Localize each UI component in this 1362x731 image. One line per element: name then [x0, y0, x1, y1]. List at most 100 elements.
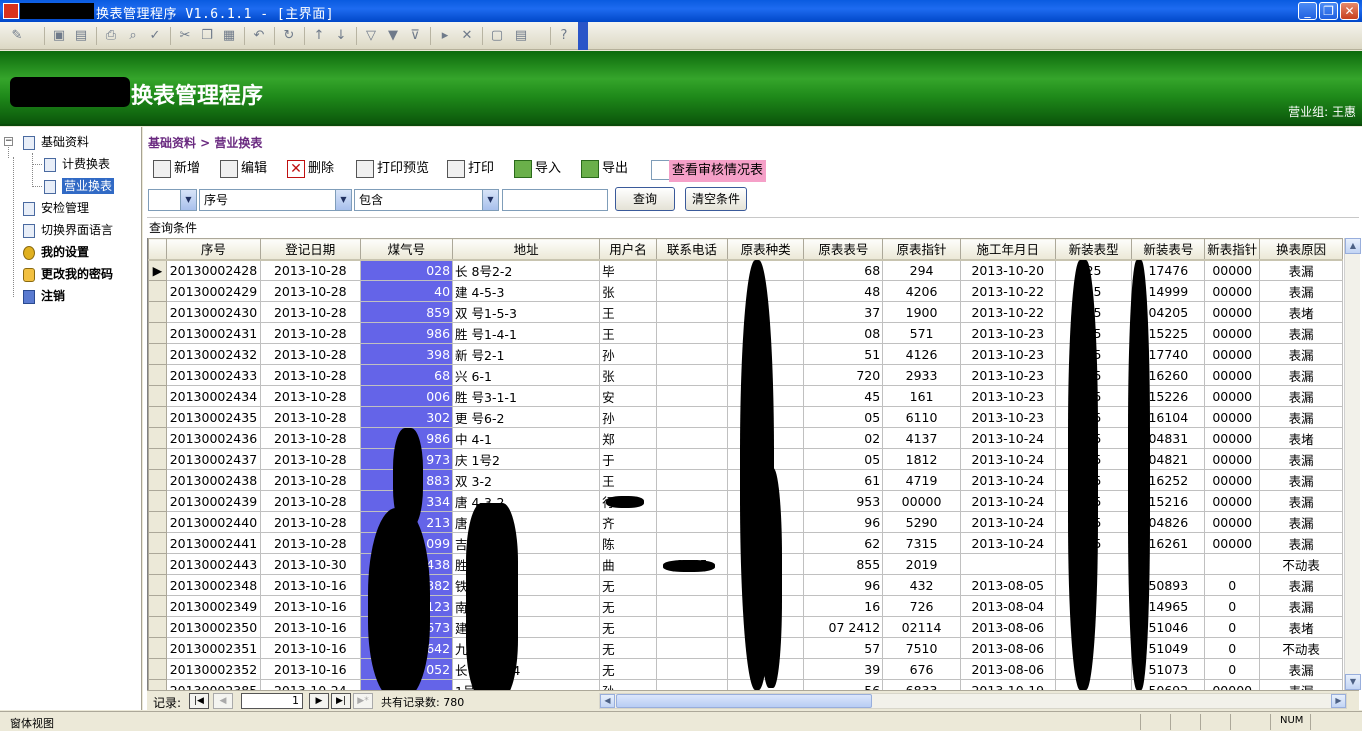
vertical-scrollbar[interactable]: ▲ ▼	[1344, 238, 1361, 690]
table-cell[interactable]: 00000	[1204, 469, 1261, 491]
table-cell[interactable]: 676	[882, 658, 961, 680]
row-selector[interactable]	[148, 511, 167, 533]
close-button[interactable]: ✕	[1340, 2, 1359, 20]
table-cell[interactable]: 57	[803, 637, 884, 659]
table-cell[interactable]: 2013-10-28	[259, 259, 361, 281]
column-header[interactable]: 原表指针	[882, 238, 961, 261]
table-cell[interactable]: 00000	[882, 490, 961, 512]
refresh-icon[interactable]: ↻	[280, 27, 298, 44]
table-cell[interactable]: 表漏	[1259, 532, 1343, 554]
column-header[interactable]: 煤气号	[359, 238, 454, 261]
table-cell[interactable]: 20130002434	[165, 385, 261, 407]
table-cell[interactable]	[655, 448, 728, 470]
row-selector[interactable]	[148, 532, 167, 554]
print-icon[interactable]: ⎙	[102, 27, 120, 44]
last-record-button[interactable]: ▶|	[331, 693, 351, 709]
row-selector[interactable]	[148, 427, 167, 449]
table-cell[interactable]: 0	[1204, 658, 1261, 680]
table-cell[interactable]: 曲	[599, 553, 657, 575]
table-cell[interactable]: 855	[803, 553, 884, 575]
table-cell[interactable]: 20130002436	[165, 427, 261, 449]
table-cell[interactable]: 王	[599, 469, 657, 491]
table-row[interactable]: 201300023522013-10-16052长 4号4-14无3967620…	[148, 658, 1343, 680]
table-cell[interactable]: 2013-10-28	[259, 532, 361, 554]
row-selector[interactable]	[148, 679, 167, 690]
column-header[interactable]: 登记日期	[259, 238, 361, 261]
table-cell[interactable]: 2013-10-20	[959, 259, 1056, 281]
help-icon[interactable]: ?	[555, 27, 573, 44]
table-cell[interactable]	[655, 490, 728, 512]
table-cell[interactable]: 2013-10-28	[259, 343, 361, 365]
table-cell[interactable]: 20130002441	[165, 532, 261, 554]
column-header[interactable]: 原表表号	[803, 238, 884, 261]
table-cell[interactable]: 2013-10-28	[259, 427, 361, 449]
table-cell[interactable]	[655, 532, 728, 554]
table-cell[interactable]: 建 4-5-3	[452, 280, 601, 302]
table-cell[interactable]: 96	[803, 574, 884, 596]
table-cell[interactable]	[655, 406, 728, 428]
cut-icon[interactable]: ✂	[176, 27, 194, 44]
table-cell[interactable]: 2013-10-24	[959, 511, 1056, 533]
table-cell[interactable]: 2013-10-28	[259, 322, 361, 344]
table-cell[interactable]: 2013-08-06	[959, 616, 1056, 638]
table-cell[interactable]: 006	[359, 385, 454, 407]
table-cell[interactable]: 双 3-2	[452, 469, 601, 491]
toolbar-overflow[interactable]	[578, 22, 588, 50]
filter-apply-icon[interactable]: ⊽	[406, 27, 424, 44]
table-cell[interactable]	[655, 679, 728, 690]
add-button[interactable]: 新增	[153, 158, 200, 180]
table-cell[interactable]: 2013-10-28	[259, 364, 361, 386]
table-cell[interactable]: 表堵	[1259, 427, 1343, 449]
column-header[interactable]: 施工年月日	[959, 238, 1056, 261]
table-cell[interactable]: 20130002351	[165, 637, 261, 659]
save-as-icon[interactable]: ▤	[72, 27, 90, 44]
table-cell[interactable]: 张	[599, 364, 657, 386]
table-cell[interactable]: 432	[882, 574, 961, 596]
table-cell[interactable]: 表漏	[1259, 259, 1343, 281]
save-icon[interactable]: ▣	[50, 27, 68, 44]
table-cell[interactable]	[655, 280, 728, 302]
table-cell[interactable]: 2013-08-05	[959, 574, 1056, 596]
scroll-up-icon[interactable]: ▲	[1345, 238, 1361, 254]
paste-icon[interactable]: ▦	[220, 27, 238, 44]
table-cell[interactable]: 40	[359, 280, 454, 302]
table-cell[interactable]: 庆 1号2	[452, 448, 601, 470]
table-cell[interactable]: 00000	[1204, 511, 1261, 533]
record-delete-icon[interactable]: ✕	[458, 27, 476, 44]
table-cell[interactable]: 2013-10-22	[959, 301, 1056, 323]
table-cell[interactable]: 20130002429	[165, 280, 261, 302]
table-cell[interactable]: 00000	[1204, 490, 1261, 512]
table-cell[interactable]	[655, 511, 728, 533]
table-cell[interactable]: 1812	[882, 448, 961, 470]
table-cell[interactable]	[655, 322, 728, 344]
table-cell[interactable]: 05	[803, 448, 884, 470]
table-cell[interactable]: 00000	[1204, 385, 1261, 407]
table-cell[interactable]: 不动表	[1259, 637, 1343, 659]
table-cell[interactable]	[655, 385, 728, 407]
tree-item-safety[interactable]: 安检管理	[23, 198, 89, 218]
table-cell[interactable]: 726	[882, 595, 961, 617]
maximize-button[interactable]: ❐	[1319, 2, 1338, 20]
table-cell[interactable]: 20130002443	[165, 553, 261, 575]
tree-collapse-toggle[interactable]: −	[4, 137, 13, 146]
filter-field-select[interactable]: 序号 ▼	[199, 189, 352, 211]
current-record-input[interactable]: 1	[241, 693, 303, 709]
table-cell[interactable]: 20130002348	[165, 574, 261, 596]
table-cell[interactable]	[1204, 553, 1261, 575]
table-cell[interactable]: 571	[882, 322, 961, 344]
table-cell[interactable]: 07 2412	[803, 616, 884, 638]
table-cell[interactable]: 表漏	[1259, 364, 1343, 386]
table-cell[interactable]: 5290	[882, 511, 961, 533]
row-selector[interactable]	[148, 322, 167, 344]
scroll-down-icon[interactable]: ▼	[1345, 674, 1361, 690]
table-cell[interactable]: 0	[1204, 574, 1261, 596]
table-cell[interactable]: 39	[803, 658, 884, 680]
table-cell[interactable]: 68	[359, 364, 454, 386]
table-cell[interactable]: 25	[1054, 259, 1133, 281]
table-cell[interactable]	[655, 469, 728, 491]
table-cell[interactable]: 表漏	[1259, 490, 1343, 512]
table-cell[interactable]: 00000	[1204, 532, 1261, 554]
table-row[interactable]: 201300023852013-10-241号5-2孙5668332013-10…	[148, 679, 1343, 690]
table-cell[interactable]	[655, 616, 728, 638]
preview-icon[interactable]: ⌕	[124, 27, 142, 44]
